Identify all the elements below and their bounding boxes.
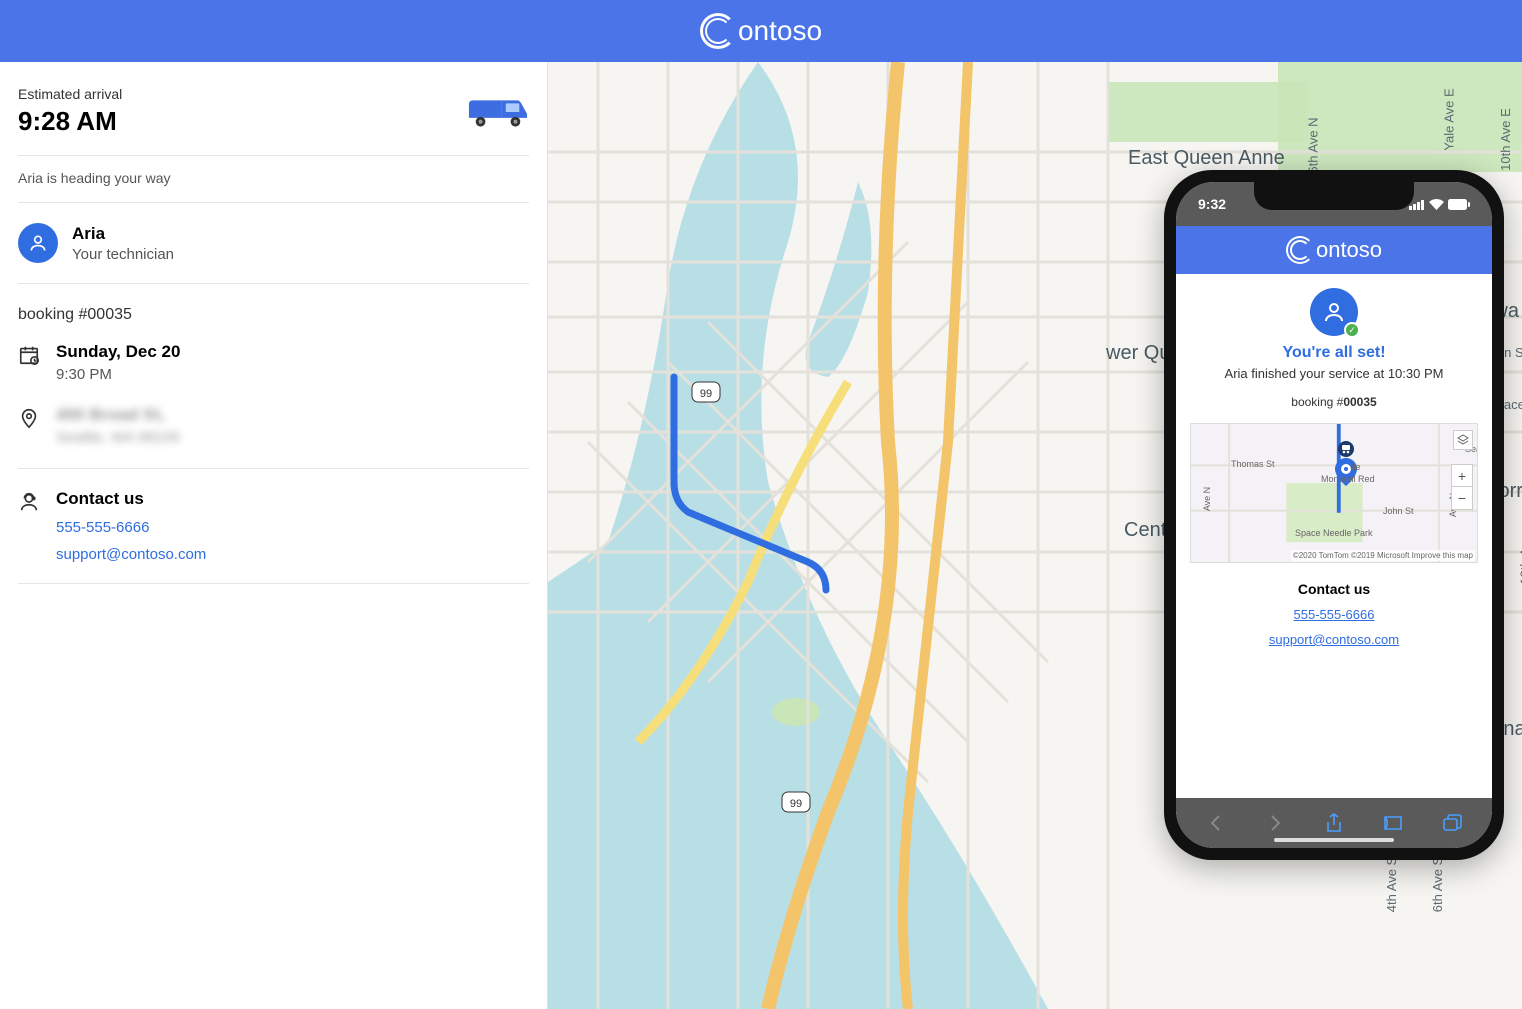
zoom-in-button[interactable]: + — [1452, 465, 1472, 487]
info-sidebar: Estimated arrival 9:28 AM Aria is headin… — [0, 62, 548, 1009]
phone-status-icons — [1409, 199, 1470, 210]
map-label-sixth-s: 6th Ave S — [1430, 857, 1445, 912]
mini-label-thomas: Thomas St — [1231, 459, 1275, 469]
mini-label-john: John St — [1383, 506, 1414, 516]
map-label-yale: Yale Ave E — [1442, 88, 1457, 150]
app-header: ontoso — [0, 0, 1522, 62]
brand-text: ontoso — [738, 15, 822, 47]
phone-logo-mark-icon — [1286, 236, 1314, 264]
mini-label-ave-left: Ave N — [1202, 487, 1212, 511]
phone-contact-email-link[interactable]: support@contoso.com — [1188, 632, 1480, 647]
map-label-fourth-s: 4th Ave S — [1384, 857, 1399, 912]
map-viewport[interactable]: 99 99 Seattle Montlake Edgewater East Qu… — [548, 62, 1522, 1009]
calendar-icon — [18, 344, 40, 366]
all-set-title: You're all set! — [1188, 344, 1480, 362]
logo-mark-icon — [700, 13, 736, 49]
van-icon — [467, 94, 529, 137]
forward-icon[interactable] — [1264, 812, 1286, 834]
finish-text: Aria finished your service at 10:30 PM — [1188, 366, 1480, 381]
eta-label: Estimated arrival — [18, 86, 122, 102]
phone-notch — [1254, 182, 1414, 210]
svg-text:99: 99 — [700, 388, 712, 400]
contact-section: Contact us 555-555-6666 support@contoso.… — [18, 468, 529, 584]
layers-button[interactable] — [1453, 430, 1473, 450]
zoom-control: + − — [1451, 464, 1473, 510]
phone-app-header: ontoso — [1176, 226, 1492, 274]
map-attribution: ©2020 TomTom ©2019 Microsoft Improve thi… — [1291, 550, 1475, 561]
technician-name: Aria — [72, 224, 174, 244]
map-label-sixth-n: 6th Ave N — [1306, 117, 1321, 173]
phone-time: 9:32 — [1198, 196, 1226, 212]
svg-text:99: 99 — [790, 798, 802, 810]
share-icon[interactable] — [1323, 812, 1345, 834]
technician-row: Aria Your technician — [18, 203, 529, 284]
home-indicator — [1274, 838, 1394, 842]
map-label-eqa: East Queen Anne — [1128, 147, 1285, 170]
mini-label-space-needle-park: Space Needle Park — [1295, 528, 1373, 538]
phone-mockup: 9:32 ontoso ✓ You're all set! — [1164, 170, 1504, 860]
battery-icon — [1448, 199, 1470, 210]
phone-avatar-icon: ✓ — [1310, 288, 1358, 336]
location-pin-icon — [18, 407, 40, 429]
mini-label-monorail: Monorail Red — [1321, 474, 1375, 484]
booking-label: booking #00035 — [18, 306, 529, 324]
phone-booking-label: booking #00035 — [1188, 395, 1480, 409]
map-label-tenth: 10th Ave E — [1498, 108, 1513, 171]
wifi-icon — [1429, 199, 1444, 210]
contact-email-link[interactable]: support@contoso.com — [56, 546, 206, 563]
phone-brand-text: ontoso — [1316, 237, 1382, 263]
back-icon[interactable] — [1205, 812, 1227, 834]
contact-phone-link[interactable]: 555-555-6666 — [56, 519, 206, 536]
main-layout: Estimated arrival 9:28 AM Aria is headin… — [0, 62, 1522, 1009]
mini-label-tle: tle — [1351, 462, 1361, 472]
tabs-icon[interactable] — [1441, 812, 1463, 834]
phone-contact-title: Contact us — [1188, 581, 1480, 597]
schedule-time: 9:30 PM — [56, 366, 180, 383]
address-line1: 400 Broad St, — [56, 405, 180, 425]
status-text: Aria is heading your way — [18, 170, 529, 203]
phone-screen: 9:32 ontoso ✓ You're all set! — [1176, 182, 1492, 848]
bookmarks-icon[interactable] — [1382, 812, 1404, 834]
phone-contact-phone-link[interactable]: 555-555-6666 — [1188, 607, 1480, 622]
map-label-twelfth: 12th Ave — [1518, 534, 1522, 584]
schedule-row: Sunday, Dec 20 9:30 PM — [18, 342, 529, 383]
technician-role: Your technician — [72, 246, 174, 263]
brand-logo: ontoso — [700, 13, 822, 49]
schedule-date: Sunday, Dec 20 — [56, 342, 180, 362]
contact-title: Contact us — [56, 489, 206, 509]
phone-content: ✓ You're all set! Aria finished your ser… — [1176, 274, 1492, 661]
address-line2: Seattle, WA 98109 — [56, 429, 180, 446]
address-row: 400 Broad St, Seattle, WA 98109 — [18, 405, 529, 446]
technician-avatar-icon — [18, 223, 58, 263]
eta-section: Estimated arrival 9:28 AM — [18, 86, 529, 156]
eta-time: 9:28 AM — [18, 106, 122, 137]
phone-mini-map[interactable]: Thomas St Monorail Red tle Space Needle … — [1190, 423, 1478, 563]
headset-icon — [18, 491, 40, 513]
zoom-out-button[interactable]: − — [1452, 487, 1472, 509]
check-badge-icon: ✓ — [1344, 322, 1360, 338]
